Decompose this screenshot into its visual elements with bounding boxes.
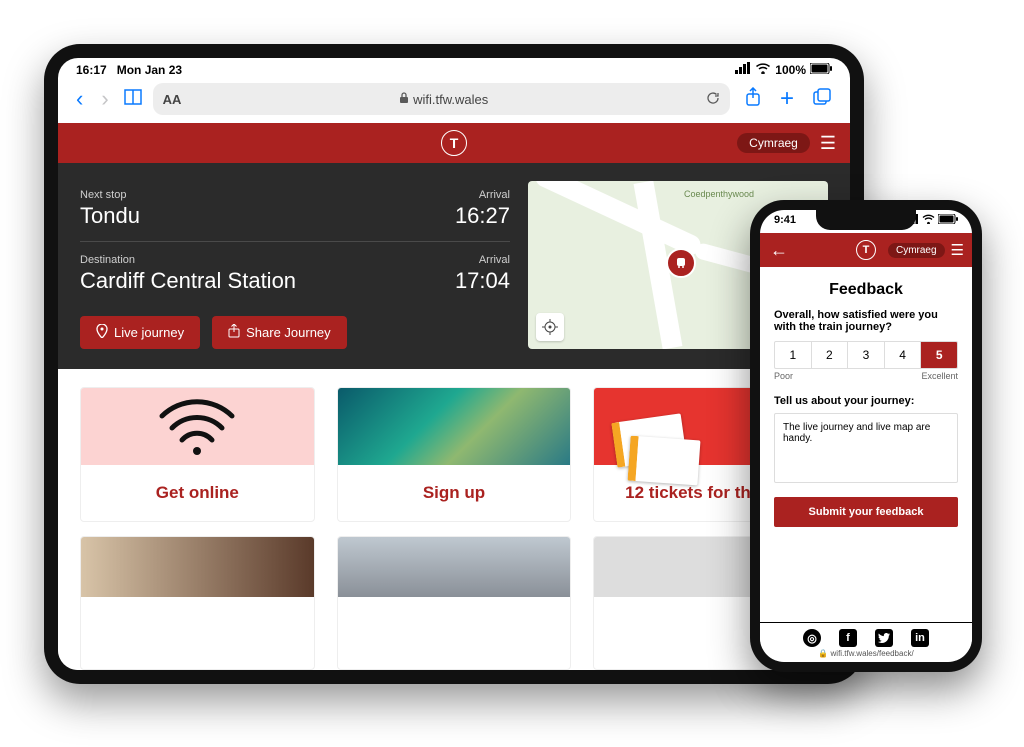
- rating-selector: 1 2 3 4 5: [774, 341, 958, 369]
- live-journey-button[interactable]: Live journey: [80, 316, 200, 349]
- next-arrival-value: 16:27: [455, 203, 510, 229]
- twitter-icon[interactable]: [875, 629, 893, 647]
- phone-screen: 9:41 ← T Cymraeg ☰ Feedback Overall, how…: [760, 210, 972, 662]
- phone-url-bar: 🔒 wifi.tfw.wales/feedback/: [760, 649, 972, 662]
- rating-5[interactable]: 5: [921, 342, 957, 368]
- new-tab-icon[interactable]: +: [776, 85, 798, 113]
- card-building[interactable]: [337, 536, 572, 671]
- location-pin-icon: [96, 324, 108, 341]
- text-size-button[interactable]: AA: [163, 92, 182, 107]
- address-bar[interactable]: AA wifi.tfw.wales: [153, 83, 730, 115]
- tablet-status-bar: 16:17 Mon Jan 23 100%: [58, 58, 850, 79]
- lock-icon: [399, 92, 409, 107]
- share-journey-label: Share Journey: [246, 325, 331, 340]
- signal-icon: [735, 62, 751, 77]
- train-pin-icon: [666, 248, 696, 278]
- reload-icon[interactable]: [706, 91, 720, 108]
- back-button[interactable]: ‹: [72, 86, 87, 112]
- status-date: Mon Jan 23: [117, 63, 182, 77]
- facebook-icon[interactable]: f: [839, 629, 857, 647]
- phone-footer-social: ◎ f in: [760, 622, 972, 649]
- page-title: Feedback: [774, 281, 958, 299]
- feedback-textarea[interactable]: The live journey and live map are handy.: [774, 413, 958, 483]
- share-arrow-icon: [228, 324, 240, 341]
- question-journey-text: Tell us about your journey:: [774, 395, 958, 407]
- map-place-label: Coedpenthywood: [684, 189, 754, 199]
- language-toggle[interactable]: Cymraeg: [737, 133, 810, 153]
- site-logo[interactable]: T: [856, 240, 876, 260]
- ocean-card-image: [338, 388, 571, 465]
- back-arrow-icon[interactable]: ←: [770, 240, 788, 261]
- site-logo[interactable]: T: [441, 130, 467, 156]
- tablet-screen: 16:17 Mon Jan 23 100% ‹ ›: [58, 58, 850, 670]
- linkedin-icon[interactable]: in: [911, 629, 929, 647]
- share-icon[interactable]: [740, 87, 766, 112]
- instagram-icon[interactable]: ◎: [803, 629, 821, 647]
- wifi-icon: [922, 214, 935, 227]
- battery-icon: [810, 63, 832, 77]
- live-journey-label: Live journey: [114, 325, 184, 340]
- battery-icon: [938, 214, 958, 227]
- phone-notch: [816, 210, 916, 230]
- status-time: 16:17: [76, 63, 107, 77]
- next-stop-value: Tondu: [80, 203, 140, 229]
- bookmarks-icon[interactable]: [123, 88, 143, 111]
- question-satisfaction: Overall, how satisfied were you with the…: [774, 309, 958, 333]
- tablet-device: 16:17 Mon Jan 23 100% ‹ ›: [44, 44, 864, 684]
- card-people[interactable]: [80, 536, 315, 671]
- submit-button[interactable]: Submit your feedback: [774, 497, 958, 527]
- card-title: Sign up: [338, 465, 571, 521]
- destination-label: Destination: [80, 254, 296, 266]
- feedback-form: Feedback Overall, how satisfied were you…: [760, 267, 972, 622]
- rating-1[interactable]: 1: [775, 342, 812, 368]
- rating-poor-label: Poor: [774, 371, 793, 381]
- destination-value: Cardiff Central Station: [80, 268, 296, 294]
- next-stop-label: Next stop: [80, 189, 140, 201]
- menu-icon[interactable]: ☰: [820, 133, 836, 154]
- locate-me-button[interactable]: [536, 313, 564, 341]
- card-sign-up[interactable]: Sign up: [337, 387, 572, 522]
- dest-arrival-value: 17:04: [455, 268, 510, 294]
- journey-panel: Next stop Tondu Arrival 16:27 Destinatio…: [58, 163, 850, 369]
- share-journey-button[interactable]: Share Journey: [212, 316, 347, 349]
- battery-text: 100%: [775, 63, 806, 77]
- phone-device: 9:41 ← T Cymraeg ☰ Feedback Overall, how…: [750, 200, 982, 672]
- url-text: wifi.tfw.wales: [413, 92, 488, 107]
- next-arrival-label: Arrival: [455, 189, 510, 201]
- promo-cards-row: Get online Sign up 12 tickets for the pr…: [58, 369, 850, 522]
- language-toggle[interactable]: Cymraeg: [888, 243, 945, 258]
- phone-site-header: ← T Cymraeg ☰: [760, 233, 972, 267]
- promo-cards-row-2: [58, 522, 850, 671]
- wifi-card-image: [81, 388, 314, 465]
- dest-arrival-label: Arrival: [455, 254, 510, 266]
- rating-excellent-label: Excellent: [921, 371, 958, 381]
- phone-time: 9:41: [774, 214, 796, 227]
- wifi-icon: [755, 62, 771, 77]
- menu-icon[interactable]: ☰: [951, 241, 964, 259]
- tabs-icon[interactable]: [808, 87, 836, 112]
- safari-toolbar: ‹ › AA wifi.tfw.wales +: [58, 79, 850, 123]
- card-get-online[interactable]: Get online: [80, 387, 315, 522]
- card-title: Get online: [81, 465, 314, 521]
- rating-3[interactable]: 3: [848, 342, 885, 368]
- rating-2[interactable]: 2: [812, 342, 849, 368]
- forward-button[interactable]: ›: [97, 86, 112, 112]
- site-header: T Cymraeg ☰: [58, 123, 850, 163]
- rating-4[interactable]: 4: [885, 342, 922, 368]
